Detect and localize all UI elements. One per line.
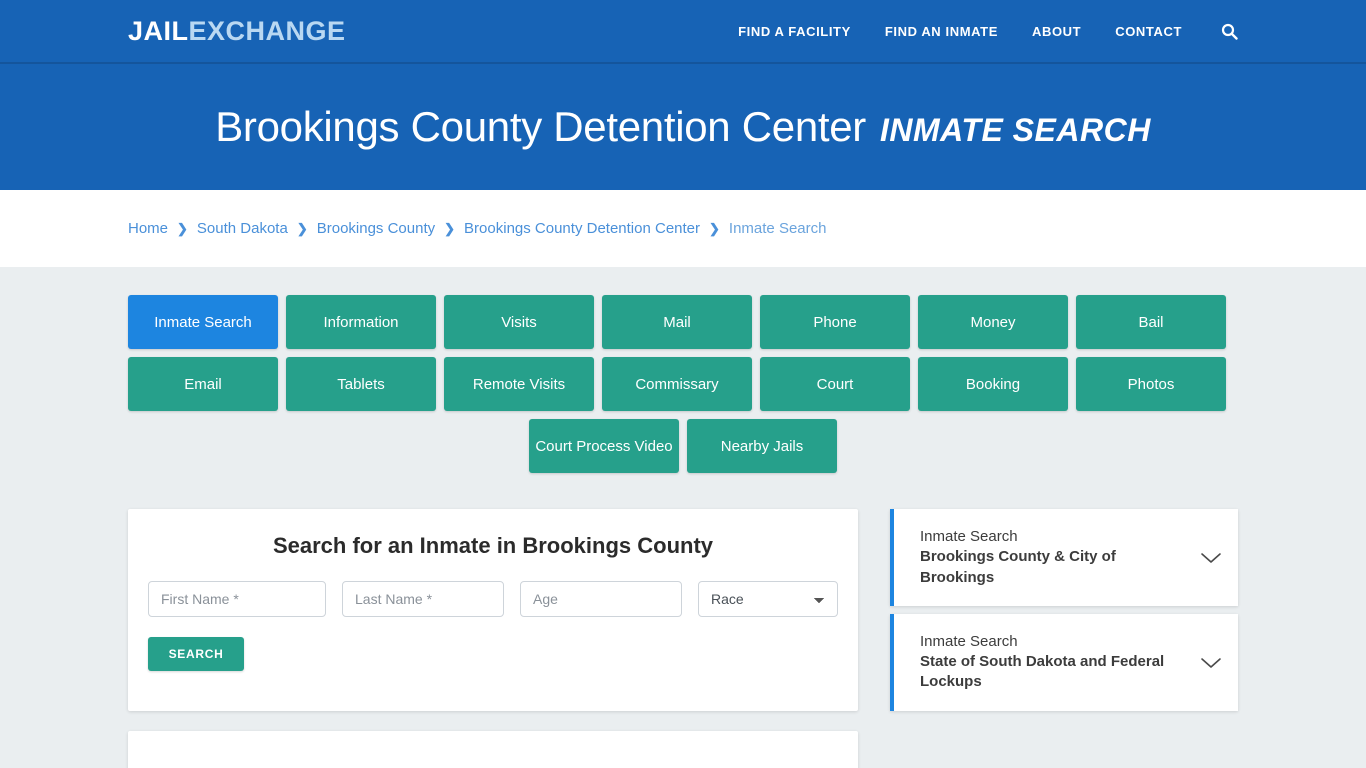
tab-email[interactable]: Email xyxy=(128,357,278,411)
logo-text-secondary: EXCHANGE xyxy=(188,15,346,46)
tab-photos[interactable]: Photos xyxy=(1076,357,1226,411)
page-subtitle: INMATE SEARCH xyxy=(880,112,1151,148)
tab-commissary[interactable]: Commissary xyxy=(602,357,752,411)
content-container: Inmate Search Information Visits Mail Ph… xyxy=(128,295,1238,768)
inmate-search-card: Search for an Inmate in Brookings County… xyxy=(128,509,858,711)
accordion-subtitle: State of South Dakota and Federal Lockup… xyxy=(920,653,1165,691)
breadcrumb: Home ❯ South Dakota ❯ Brookings County ❯… xyxy=(128,220,826,237)
chevron-down-icon[interactable] xyxy=(1200,656,1222,668)
chevron-down-icon[interactable] xyxy=(1200,551,1222,564)
tab-phone[interactable]: Phone xyxy=(760,295,910,349)
breadcrumb-separator-icon: ❯ xyxy=(177,221,188,236)
nav-item-contact[interactable]: CONTACT xyxy=(1115,24,1182,39)
breadcrumb-separator-icon: ❯ xyxy=(709,221,720,236)
nav-item-about[interactable]: ABOUT xyxy=(1032,24,1081,39)
page-title: Brookings County Detention Center xyxy=(215,103,866,150)
left-column: Search for an Inmate in Brookings County… xyxy=(128,509,858,768)
tab-visits[interactable]: Visits xyxy=(444,295,594,349)
breadcrumb-item-inmate-search: Inmate Search xyxy=(728,220,827,237)
nav-item-find-a-facility[interactable]: FIND A FACILITY xyxy=(738,24,851,39)
accordion-title: Inmate Search xyxy=(920,528,1018,545)
tab-inmate-search[interactable]: Inmate Search xyxy=(128,295,278,349)
nav-item-find-an-inmate[interactable]: FIND AN INMATE xyxy=(885,24,998,39)
accordion-text: Inmate Search State of South Dakota and … xyxy=(920,632,1200,693)
tab-booking[interactable]: Booking xyxy=(918,357,1068,411)
first-name-input[interactable] xyxy=(148,581,326,617)
search-card-title: Search for an Inmate in Brookings County xyxy=(272,533,714,558)
main-content: Search for an Inmate in Brookings County… xyxy=(128,509,1238,768)
banner-inner: Brookings County Detention Center INMATE… xyxy=(215,103,1151,151)
breadcrumb-item-south-dakota[interactable]: South Dakota xyxy=(197,220,288,237)
tab-remote-visits[interactable]: Remote Visits xyxy=(444,357,594,411)
tab-court[interactable]: Court xyxy=(760,357,910,411)
search-button[interactable]: SEARCH xyxy=(148,637,244,671)
tab-money[interactable]: Money xyxy=(918,295,1068,349)
facility-tab-row-3: Court Process Video Nearby Jails xyxy=(128,419,1238,473)
search-icon[interactable] xyxy=(1220,22,1238,40)
tab-bail[interactable]: Bail xyxy=(1076,295,1226,349)
top-navigation-bar: JAILEXCHANGE FIND A FACILITY FIND AN INM… xyxy=(0,0,1366,64)
right-sidebar: Inmate Search Brookings County & City of… xyxy=(890,509,1238,711)
logo-text-primary: JAIL xyxy=(128,15,189,46)
breadcrumb-section: Home ❯ South Dakota ❯ Brookings County ❯… xyxy=(0,190,1366,267)
tab-tablets[interactable]: Tablets xyxy=(286,357,436,411)
page-body: Inmate Search Information Visits Mail Ph… xyxy=(0,267,1366,768)
breadcrumb-item-home[interactable]: Home xyxy=(128,220,168,237)
accordion-text: Inmate Search Brookings County & City of… xyxy=(920,527,1200,588)
facility-tab-grid: Inmate Search Information Visits Mail Ph… xyxy=(128,295,1238,411)
search-form-row: Race xyxy=(148,581,838,617)
breadcrumb-separator-icon: ❯ xyxy=(444,221,456,236)
accordion-item-state-inmate-search[interactable]: Inmate Search State of South Dakota and … xyxy=(890,613,1238,711)
nav-links: FIND A FACILITY FIND AN INMATE ABOUT CON… xyxy=(738,22,1238,40)
secondary-content-card xyxy=(128,731,858,768)
accordion-item-county-inmate-search[interactable]: Inmate Search Brookings County & City of… xyxy=(890,509,1238,606)
breadcrumb-separator-icon: ❯ xyxy=(296,221,308,236)
tab-information[interactable]: Information xyxy=(286,295,436,349)
tab-court-process-video[interactable]: Court Process Video xyxy=(529,419,679,473)
page-banner: Brookings County Detention Center INMATE… xyxy=(0,64,1366,190)
breadcrumb-item-detention-center[interactable]: Brookings County Detention Center xyxy=(464,220,700,237)
tab-mail[interactable]: Mail xyxy=(602,295,752,349)
site-logo[interactable]: JAILEXCHANGE xyxy=(128,15,346,46)
age-input[interactable] xyxy=(520,581,682,617)
tab-nearby-jails[interactable]: Nearby Jails xyxy=(687,419,837,473)
last-name-input[interactable] xyxy=(342,581,504,617)
breadcrumb-item-brookings-county[interactable]: Brookings County xyxy=(317,220,435,237)
accordion-title: Inmate Search xyxy=(920,632,1018,650)
accordion-subtitle: Brookings County & City of Brookings xyxy=(920,548,1116,586)
race-select[interactable]: Race xyxy=(698,581,838,617)
